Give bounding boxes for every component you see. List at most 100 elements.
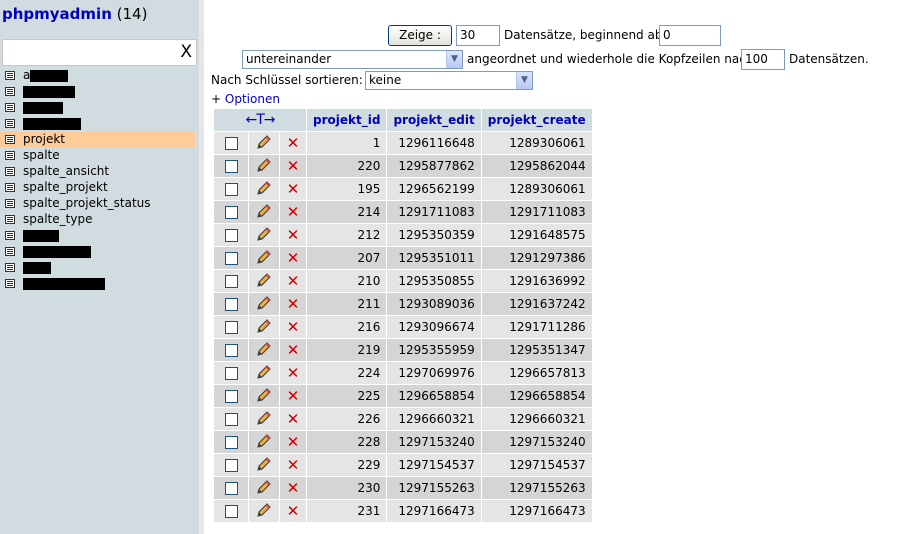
sidebar-table-label[interactable]: spalte_projekt_status [23, 196, 151, 210]
clear-filter-icon[interactable]: X [180, 42, 192, 62]
row-checkbox[interactable] [224, 206, 238, 219]
sidebar-table-label[interactable]: spalte_projekt [23, 180, 108, 194]
table-icon[interactable] [5, 87, 15, 96]
row-checkbox[interactable] [224, 367, 238, 380]
row-checkbox[interactable] [224, 160, 238, 173]
resize-arrows-icon[interactable]: ←T→ [245, 112, 275, 128]
row-checkbox[interactable] [224, 298, 238, 311]
table-icon[interactable] [5, 103, 15, 112]
table-icon[interactable] [5, 215, 15, 224]
start-row-input[interactable]: 0 [659, 25, 721, 46]
pencil-icon[interactable] [256, 341, 272, 360]
sidebar-table-item[interactable]: spalte_ansicht [0, 163, 199, 179]
row-checkbox[interactable] [224, 459, 238, 472]
delete-icon[interactable]: ✕ [287, 296, 300, 312]
row-checkbox[interactable] [224, 252, 238, 265]
pencil-icon[interactable] [256, 479, 272, 498]
sidebar-table-item[interactable]: spalte_projekt [0, 179, 199, 195]
delete-icon[interactable]: ✕ [287, 227, 300, 243]
delete-icon[interactable]: ✕ [287, 365, 300, 381]
pencil-icon[interactable] [256, 203, 272, 222]
pencil-icon[interactable] [256, 364, 272, 383]
delete-icon[interactable]: ✕ [287, 503, 300, 519]
sidebar-table-item[interactable]: spalte [0, 147, 199, 163]
pencil-icon[interactable] [256, 249, 272, 268]
pencil-icon[interactable] [256, 318, 272, 337]
pencil-icon[interactable] [256, 410, 272, 429]
pencil-icon[interactable] [256, 502, 272, 521]
table-icon[interactable] [5, 119, 15, 128]
sort-key-select[interactable]: keine ▼ [365, 71, 533, 90]
delete-icon[interactable]: ✕ [287, 158, 300, 174]
delete-icon[interactable]: ✕ [287, 388, 300, 404]
delete-icon[interactable]: ✕ [287, 457, 300, 473]
delete-icon[interactable]: ✕ [287, 181, 300, 197]
row-checkbox[interactable] [224, 413, 238, 426]
sidebar-table-label[interactable]: projekt [23, 132, 65, 146]
repeat-headers-input[interactable]: 100 [741, 49, 785, 70]
sidebar-table-label[interactable]: a [23, 68, 30, 82]
show-button[interactable]: Zeige : [388, 25, 452, 46]
pencil-icon[interactable] [256, 456, 272, 475]
table-icon[interactable] [5, 167, 15, 176]
column-header-projekt-id[interactable]: projekt_id [307, 109, 387, 131]
sidebar-table-item[interactable] [0, 259, 199, 275]
row-checkbox[interactable] [224, 390, 238, 403]
sidebar-table-item[interactable] [0, 227, 199, 243]
column-header-projekt-create[interactable]: projekt_create [481, 109, 592, 131]
sidebar-table-item[interactable]: spalte_projekt_status [0, 195, 199, 211]
pencil-icon[interactable] [256, 134, 272, 153]
row-checkbox[interactable] [224, 229, 238, 242]
pencil-icon[interactable] [256, 387, 272, 406]
column-header-projekt-edit[interactable]: projekt_edit [387, 109, 481, 131]
database-name[interactable]: phpmyadmin [2, 5, 112, 23]
pencil-icon[interactable] [256, 157, 272, 176]
sidebar-table-item[interactable]: a [0, 67, 199, 83]
row-checkbox[interactable] [224, 436, 238, 449]
table-icon[interactable] [5, 199, 15, 208]
delete-icon[interactable]: ✕ [287, 319, 300, 335]
table-icon[interactable] [5, 231, 15, 240]
table-icon[interactable] [5, 263, 15, 272]
delete-icon[interactable]: ✕ [287, 434, 300, 450]
sidebar-table-item[interactable]: projekt [0, 131, 195, 147]
sidebar-table-item[interactable] [0, 99, 199, 115]
sidebar-table-label[interactable]: spalte_ansicht [23, 164, 109, 178]
table-filter-input[interactable]: X [2, 39, 197, 66]
delete-icon[interactable]: ✕ [287, 411, 300, 427]
row-checkbox[interactable] [224, 482, 238, 495]
row-checkbox[interactable] [224, 183, 238, 196]
options-toggle[interactable]: + Optionen [211, 92, 280, 106]
chevron-down-icon[interactable]: ▼ [516, 72, 532, 89]
delete-icon[interactable]: ✕ [287, 135, 300, 151]
table-icon[interactable] [5, 135, 15, 144]
table-icon[interactable] [5, 247, 15, 256]
delete-icon[interactable]: ✕ [287, 480, 300, 496]
row-checkbox[interactable] [224, 505, 238, 518]
pencil-icon[interactable] [256, 180, 272, 199]
table-icon[interactable] [5, 279, 15, 288]
row-checkbox[interactable] [224, 275, 238, 288]
pencil-icon[interactable] [256, 295, 272, 314]
row-checkbox[interactable] [224, 344, 238, 357]
sidebar-table-item[interactable] [0, 275, 199, 291]
rows-count-input[interactable]: 30 [456, 25, 500, 46]
pencil-icon[interactable] [256, 272, 272, 291]
sidebar-table-item[interactable] [0, 243, 199, 259]
row-checkbox[interactable] [224, 137, 238, 150]
sidebar-table-label[interactable]: spalte [23, 148, 60, 162]
sidebar-table-label[interactable]: spalte_type [23, 212, 92, 226]
options-link[interactable]: Optionen [225, 92, 280, 106]
sidebar-table-item[interactable] [0, 115, 199, 131]
row-checkbox[interactable] [224, 321, 238, 334]
pencil-icon[interactable] [256, 226, 272, 245]
table-icon[interactable] [5, 71, 15, 80]
pencil-icon[interactable] [256, 433, 272, 452]
database-title[interactable]: phpmyadmin (14) [2, 5, 147, 23]
delete-icon[interactable]: ✕ [287, 204, 300, 220]
column-resize-handle[interactable]: ←T→ [214, 109, 306, 131]
delete-icon[interactable]: ✕ [287, 273, 300, 289]
chevron-down-icon[interactable]: ▼ [446, 51, 462, 68]
sidebar-table-item[interactable]: spalte_type [0, 211, 199, 227]
sidebar-table-item[interactable] [0, 83, 199, 99]
